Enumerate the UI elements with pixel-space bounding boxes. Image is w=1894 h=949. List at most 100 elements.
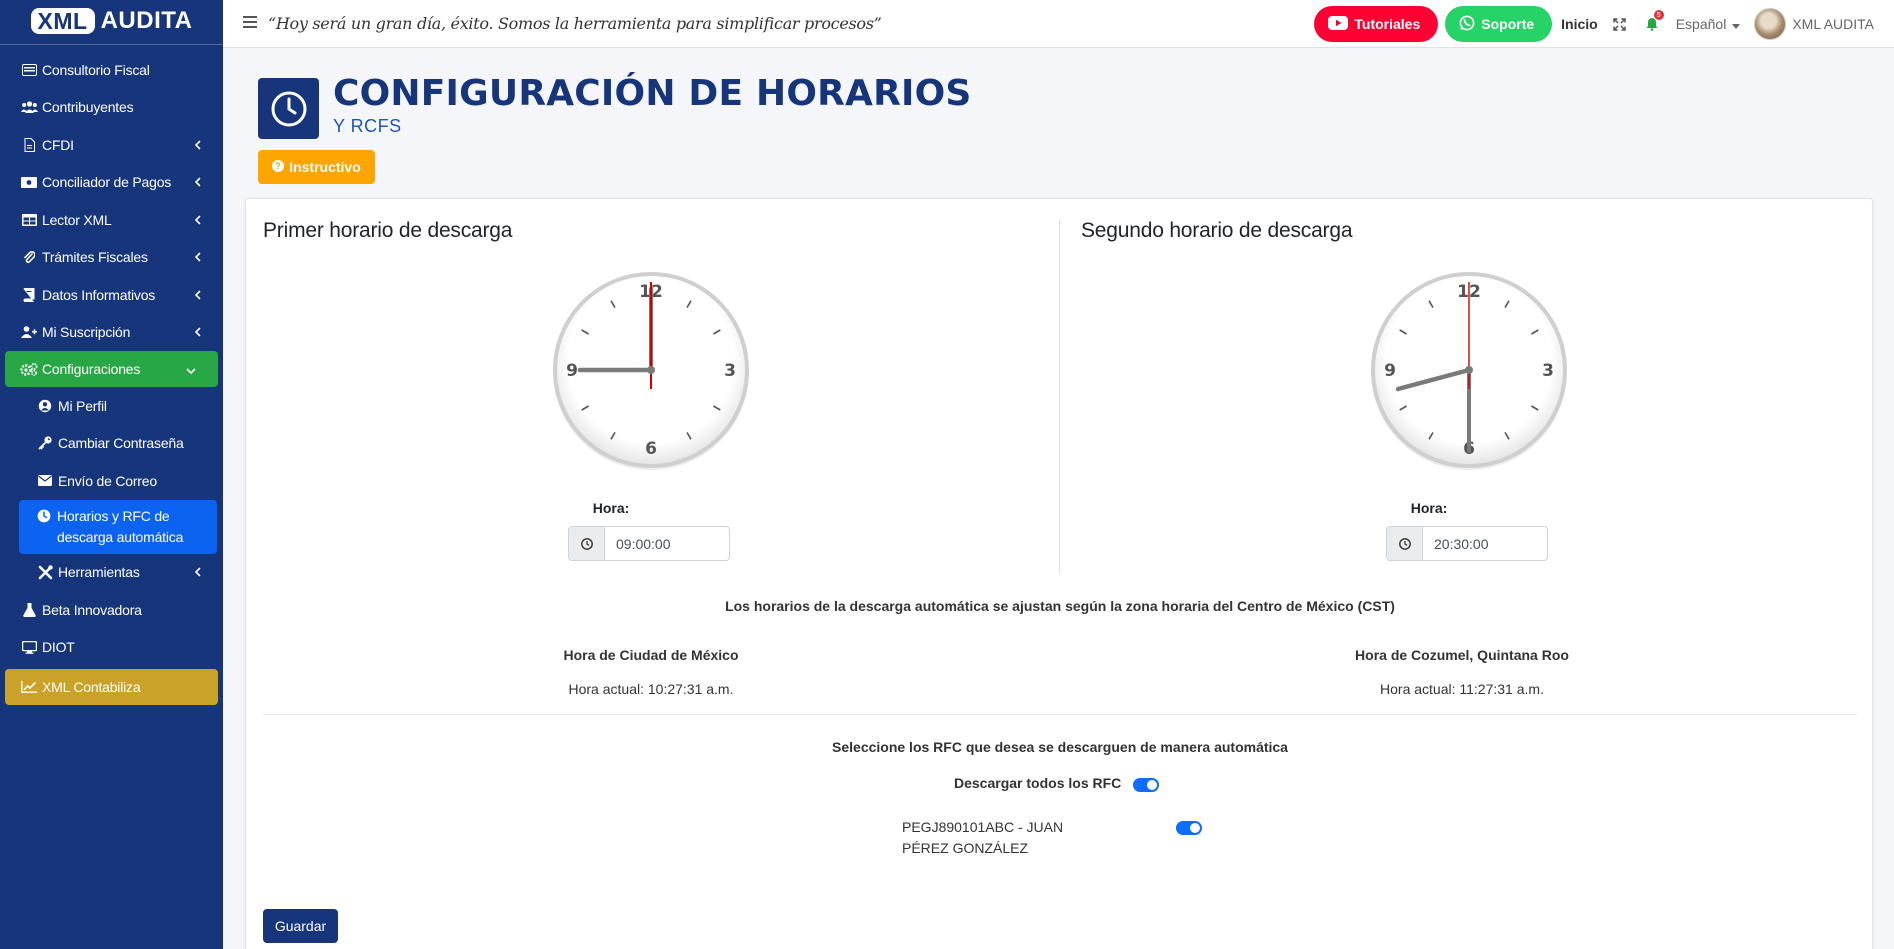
second-hour-label: Hora: [1410,500,1448,516]
language-dropdown[interactable]: Español [1676,16,1741,32]
chevron-left-icon [194,249,201,265]
clock-icon [1387,527,1423,560]
sidebar-nav: Consultorio Fiscal Contribuyentes CFDI C… [0,51,223,705]
chevron-down-icon [186,361,196,377]
clock-icon [35,509,53,523]
chevron-left-icon [194,287,201,303]
sidebar-item-lector-xml[interactable]: Lector XML [0,201,223,239]
clock-number-6: 6 [645,439,657,459]
tutoriales-label: Tutoriales [1354,16,1421,32]
section-divider [263,714,1857,715]
clock-icon [569,527,605,560]
sidebar-item-cambiar-contrasena[interactable]: Cambiar Contraseña [0,425,223,463]
topbar-actions: Tutoriales Soporte Inicio 5 Español XML … [1307,0,1874,48]
chevron-left-icon [194,324,201,340]
chevron-left-icon [194,564,201,580]
notification-badge: 5 [1653,10,1664,20]
brand-logo[interactable]: XML AUDITA [0,0,223,40]
sidebar-item-label: Beta Innovadora [42,601,142,618]
mexico-city-label: Hora de Ciudad de México [563,647,739,663]
clock-number-9: 9 [566,361,578,381]
sidebar-item-label: Horarios y RFC de descarga automática [57,507,184,545]
instructivo-button[interactable]: ? Instructivo [258,150,375,184]
clock-number-3: 3 [1542,361,1554,381]
notifications-bell-icon[interactable]: 5 [1646,10,1664,31]
sidebar-item-label: XML Contabiliza [42,679,141,695]
rfc-item-toggle[interactable] [1176,821,1202,835]
sidebar-item-tramites-fiscales[interactable]: Trámites Fiscales [0,239,223,277]
paperclip-icon [20,250,38,264]
top-navbar: “Hoy será un gran día, éxito. Somos la h… [223,0,1894,48]
first-hour-label: Hora: [592,500,630,516]
inicio-link[interactable]: Inicio [1561,16,1598,32]
sidebar-item-configuraciones[interactable]: Configuraciones [5,351,218,387]
sidebar-item-mi-perfil[interactable]: Mi Perfil [0,387,223,425]
sidebar-item-conciliador-pagos[interactable]: Conciliador de Pagos [0,164,223,202]
download-all-rfc-label: Descargar todos los RFC [954,775,1122,791]
second-time-value[interactable]: 20:30:00 [1423,527,1547,560]
key-icon [36,436,54,450]
user-name[interactable]: XML AUDITA [1792,16,1874,32]
first-schedule-clock[interactable]: 12 3 6 9 [550,269,752,471]
save-button[interactable]: Guardar [263,909,338,943]
sidebar-item-label: CFDI [42,136,74,153]
sidebar-item-label: Datos Informativos [42,286,156,303]
page-clock-icon [258,78,319,139]
user-avatar[interactable] [1754,8,1787,40]
sidebar-item-label: Mi Perfil [58,397,107,414]
money-icon [20,175,38,189]
sidebar-item-label: Conciliador de Pagos [42,174,172,191]
sidebar-item-label: Mi Suscripción [42,324,131,341]
user-circle-icon [36,399,54,413]
sidebar-item-horarios-rfc[interactable]: Horarios y RFC de descarga automática [19,499,217,554]
sidebar-item-label: Configuraciones [42,361,141,377]
page-subtitle: Y RCFS [333,116,402,136]
user-plus-icon [20,325,38,339]
brand-logo-xml: XML [30,8,95,34]
rfc-selection-note: Seleccione los RFC que desea se descargu… [832,739,1288,755]
users-icon [20,100,38,114]
flask-icon [20,602,38,617]
soporte-button[interactable]: Soporte [1445,6,1553,42]
fullscreen-icon[interactable] [1612,17,1626,31]
soporte-label: Soporte [1481,16,1535,32]
sidebar-item-cfdi[interactable]: CFDI [0,126,223,164]
second-time-input[interactable]: 20:30:00 [1386,526,1548,561]
sidebar-item-label: Lector XML [42,211,112,228]
cozumel-label: Hora de Cozumel, Quintana Roo [1355,647,1569,663]
second-schedule-clock[interactable]: 12 3 6 9 [1368,269,1570,471]
hamburger-menu-icon[interactable] [243,15,258,33]
download-all-rfc-toggle[interactable] [1133,778,1159,792]
sidebar-item-label: Cambiar Contraseña [58,435,184,452]
envelope-icon [36,474,54,488]
chart-line-icon [20,680,38,694]
sidebar-item-label: Herramientas [58,564,140,581]
sidebar-item-contribuyentes[interactable]: Contribuyentes [0,89,223,127]
sidebar-item-xml-contabiliza[interactable]: XML Contabiliza [5,669,218,705]
first-schedule-title: Primer horario de descarga [263,219,513,242]
schedule-card: Primer horario de descarga 12 3 [245,198,1873,949]
sidebar-item-label: Consultorio Fiscal [42,61,150,78]
sidebar-item-diot[interactable]: DIOT [0,629,223,667]
whatsapp-icon [1459,15,1475,34]
chevron-left-icon [194,137,201,153]
book-icon [20,287,38,302]
brand-logo-audita: AUDITA [100,7,193,34]
tutoriales-button[interactable]: Tutoriales [1314,6,1439,42]
sidebar-item-herramientas[interactable]: Herramientas [0,554,223,592]
chevron-left-icon [194,174,201,190]
sidebar-item-consultorio-fiscal[interactable]: Consultorio Fiscal [0,51,223,89]
sidebar-item-mi-suscripcion[interactable]: Mi Suscripción [0,314,223,352]
sidebar-item-envio-correo[interactable]: Envío de Correo [0,462,223,500]
svg-text:?: ? [275,161,281,171]
file-icon [20,137,38,152]
invoice-icon [20,63,38,77]
sidebar-item-beta-innovadora[interactable]: Beta Innovadora [0,591,223,629]
caret-down-icon [1732,16,1741,32]
first-time-input[interactable]: 09:00:00 [568,526,730,561]
language-label: Español [1675,16,1727,32]
first-time-value[interactable]: 09:00:00 [605,527,729,560]
sidebar-item-label: DIOT [42,639,75,656]
tools-icon [36,565,54,580]
sidebar-item-datos-informativos[interactable]: Datos Informativos [0,276,223,314]
